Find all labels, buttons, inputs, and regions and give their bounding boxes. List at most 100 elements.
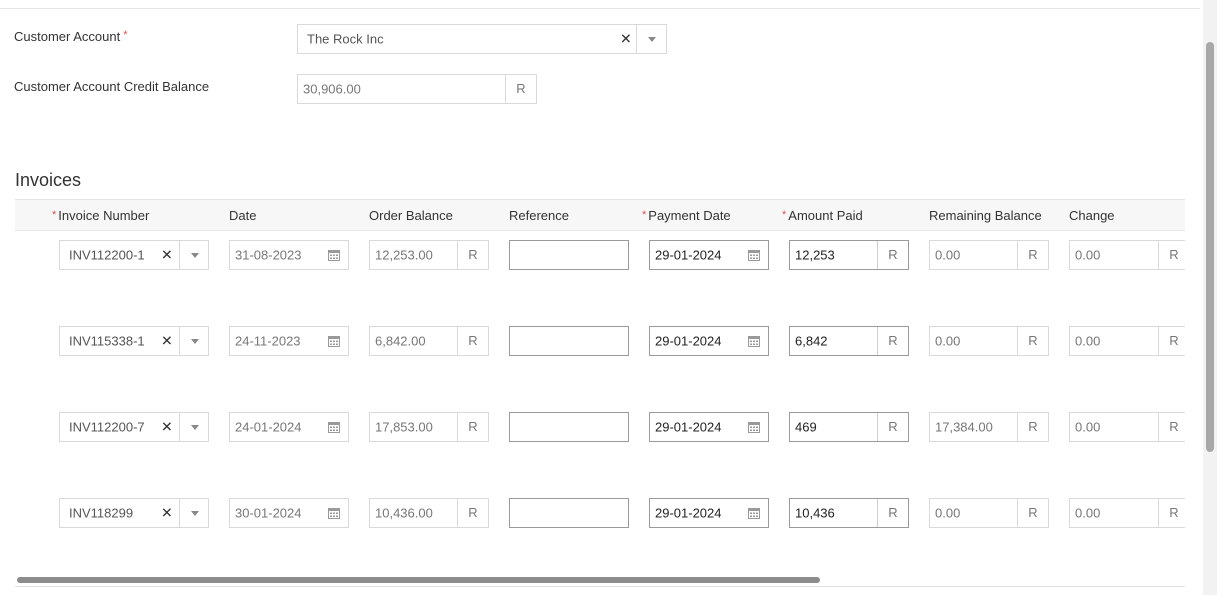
credit-balance-label: Customer Account Credit Balance xyxy=(14,79,210,94)
header-order-balance: Order Balance xyxy=(369,208,453,223)
header-reference: Reference xyxy=(509,208,569,223)
payment-date-field[interactable]: 29-01-2024 xyxy=(649,326,769,356)
chevron-down-icon xyxy=(648,37,656,42)
vertical-scrollbar-thumb[interactable] xyxy=(1206,42,1214,452)
order-balance-value: 10,436.00 xyxy=(375,505,433,521)
customer-account-label-text: Customer Account xyxy=(14,29,121,44)
invoice-dropdown-toggle[interactable] xyxy=(179,241,209,269)
reference-input[interactable] xyxy=(509,412,629,442)
vertical-scrollbar[interactable] xyxy=(1203,0,1217,595)
remaining-balance-field: 0.00 R xyxy=(929,498,1049,528)
close-icon[interactable]: ✕ xyxy=(161,419,173,436)
invoices-title: Invoices xyxy=(15,170,82,190)
calendar-icon[interactable] xyxy=(328,421,340,433)
currency-addon: R xyxy=(457,413,488,441)
order-balance-value: 12,253.00 xyxy=(375,247,433,263)
invoices-table-header: * Invoice Number Date Order Balance Refer… xyxy=(15,199,1185,231)
customer-account-value: The Rock Inc xyxy=(307,31,384,47)
required-mark: * xyxy=(52,209,57,221)
currency-addon: R xyxy=(1017,413,1048,441)
remaining-balance-field: 0.00 R xyxy=(929,240,1049,270)
amount-paid-input[interactable]: 12,253 R xyxy=(789,240,909,270)
calendar-icon[interactable] xyxy=(748,335,760,347)
currency-addon: R xyxy=(1158,241,1189,269)
header-payment-date: * Payment Date xyxy=(642,208,731,223)
invoice-number-select[interactable]: INV112200-1 ✕ xyxy=(59,240,209,270)
change-field: 0.00 R xyxy=(1069,498,1185,528)
invoice-number-select[interactable]: INV112200-7 ✕ xyxy=(59,412,209,442)
payment-date-value: 29-01-2024 xyxy=(655,333,722,349)
amount-paid-input[interactable]: 6,842 R xyxy=(789,326,909,356)
invoice-number-value: INV112200-7 xyxy=(69,419,145,435)
required-mark: * xyxy=(642,209,647,221)
order-balance-value: 6,842.00 xyxy=(375,333,426,349)
currency-addon: R xyxy=(877,413,908,441)
payment-date-value: 29-01-2024 xyxy=(655,505,722,521)
change-field: 0.00 R xyxy=(1069,240,1185,270)
invoice-dropdown-toggle[interactable] xyxy=(179,413,209,441)
chevron-down-icon xyxy=(190,425,199,430)
amount-paid-input[interactable]: 469 R xyxy=(789,412,909,442)
order-balance-field: 17,853.00 R xyxy=(369,412,489,442)
currency-addon: R xyxy=(1017,499,1048,527)
invoice-dropdown-toggle[interactable] xyxy=(179,499,209,527)
header-change: Change xyxy=(1069,208,1115,223)
invoice-date-value: 24-01-2024 xyxy=(235,419,302,435)
chevron-down-icon xyxy=(190,511,199,516)
reference-input[interactable] xyxy=(509,240,629,270)
reference-input[interactable] xyxy=(509,326,629,356)
close-icon[interactable]: ✕ xyxy=(161,505,173,522)
change-value: 0.00 xyxy=(1075,419,1101,435)
customer-account-dropdown-toggle[interactable] xyxy=(636,25,667,53)
order-balance-field: 10,436.00 R xyxy=(369,498,489,528)
payment-date-field[interactable]: 29-01-2024 xyxy=(649,498,769,528)
remaining-balance-field: 0.00 R xyxy=(929,326,1049,356)
payment-date-field[interactable]: 29-01-2024 xyxy=(649,240,769,270)
order-balance-value: 17,853.00 xyxy=(375,419,433,435)
change-value: 0.00 xyxy=(1075,247,1101,263)
required-mark: * xyxy=(782,209,787,221)
currency-addon: R xyxy=(457,327,488,355)
remaining-balance-value: 0.00 xyxy=(935,505,961,521)
invoice-number-select[interactable]: INV118299 ✕ xyxy=(59,498,209,528)
required-mark: * xyxy=(123,29,128,41)
credit-balance-value: 30,906.00 xyxy=(303,81,361,97)
header-remaining-balance: Remaining Balance xyxy=(929,208,1042,223)
header-amount-paid-text: Amount Paid xyxy=(788,208,863,223)
close-icon[interactable]: ✕ xyxy=(620,31,632,48)
amount-paid-input[interactable]: 10,436 R xyxy=(789,498,909,528)
calendar-icon[interactable] xyxy=(328,507,340,519)
remaining-balance-value: 17,384.00 xyxy=(935,419,993,435)
invoice-date-field: 30-01-2024 xyxy=(229,498,349,528)
invoice-number-select[interactable]: INV115338-1 ✕ xyxy=(59,326,209,356)
horizontal-scrollbar[interactable] xyxy=(15,575,1185,585)
remaining-balance-value: 0.00 xyxy=(935,247,961,263)
invoice-dropdown-toggle[interactable] xyxy=(179,327,209,355)
amount-paid-value: 10,436 xyxy=(795,505,835,521)
customer-account-select[interactable]: The Rock Inc ✕ xyxy=(297,24,667,54)
invoice-number-value: INV112200-1 xyxy=(69,247,145,263)
invoice-date-value: 30-01-2024 xyxy=(235,505,302,521)
change-value: 0.00 xyxy=(1075,333,1101,349)
calendar-icon[interactable] xyxy=(748,507,760,519)
close-icon[interactable]: ✕ xyxy=(161,247,173,264)
payment-date-field[interactable]: 29-01-2024 xyxy=(649,412,769,442)
calendar-icon[interactable] xyxy=(328,249,340,261)
currency-addon: R xyxy=(1158,413,1189,441)
horizontal-scrollbar-thumb[interactable] xyxy=(17,577,820,583)
invoice-date-field: 31-08-2023 xyxy=(229,240,349,270)
currency-addon: R xyxy=(1158,327,1189,355)
currency-addon: R xyxy=(1017,327,1048,355)
change-field: 0.00 R xyxy=(1069,326,1185,356)
header-amount-paid: * Amount Paid xyxy=(782,208,863,223)
header-invoice-number-text: Invoice Number xyxy=(58,208,150,223)
remaining-balance-field: 17,384.00 R xyxy=(929,412,1049,442)
currency-addon: R xyxy=(877,241,908,269)
calendar-icon[interactable] xyxy=(748,421,760,433)
calendar-icon[interactable] xyxy=(328,335,340,347)
invoice-number-value: INV115338-1 xyxy=(69,333,145,349)
calendar-icon[interactable] xyxy=(748,249,760,261)
amount-paid-value: 6,842 xyxy=(795,333,828,349)
close-icon[interactable]: ✕ xyxy=(161,333,173,350)
reference-input[interactable] xyxy=(509,498,629,528)
